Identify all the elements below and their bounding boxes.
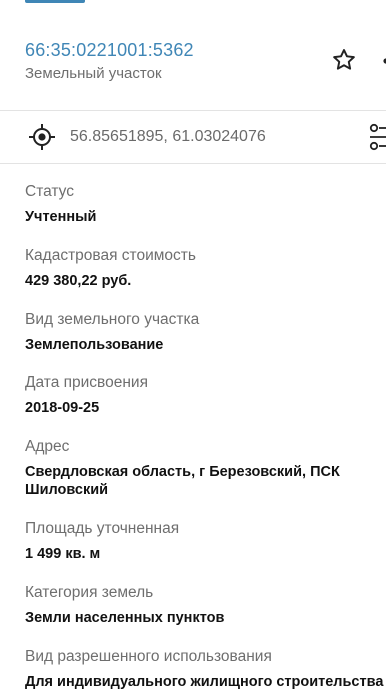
field-value: 429 380,22 руб. xyxy=(25,273,132,289)
route-icon xyxy=(369,123,386,151)
cadastral-number[interactable]: 66:35:0221001:5362 xyxy=(25,40,194,61)
field-label: Вид разрешенного использования xyxy=(25,648,272,665)
favorite-button[interactable] xyxy=(329,45,359,75)
star-icon xyxy=(333,49,355,70)
field-value: Землепользование xyxy=(25,337,164,353)
field-label: Категория земель xyxy=(25,584,154,601)
parcel-header: 66:35:0221001:5362 Земельный участок xyxy=(0,0,386,111)
field-label: Дата присвоения xyxy=(25,374,148,391)
field-label: Кадастровая стоимость xyxy=(25,247,196,264)
field-permitted-use: Вид разрешенного использования Для индив… xyxy=(25,647,386,691)
field-land-category: Категория земель Земли населенных пункто… xyxy=(25,583,386,627)
coordinates-text[interactable]: 56.85651895, 61.03024076 xyxy=(70,128,266,146)
field-status: Статус Учтенный xyxy=(25,182,386,226)
field-label: Вид земельного участка xyxy=(25,311,200,328)
route-button[interactable] xyxy=(366,121,386,153)
field-value: 1 499 кв. м xyxy=(25,546,101,562)
field-value: Свердловская область, г Березовский, ПСК… xyxy=(25,464,340,498)
share-button[interactable] xyxy=(370,48,386,74)
field-area: Площадь уточненная 1 499 кв. м xyxy=(25,519,386,563)
object-type-label: Земельный участок xyxy=(25,65,162,82)
field-label: Площадь уточненная xyxy=(25,520,180,537)
field-value: Земли населенных пунктов xyxy=(25,610,225,626)
field-value: 2018-09-25 xyxy=(25,400,100,416)
crosshair-target-icon xyxy=(29,124,55,150)
field-cadastral-value: Кадастровая стоимость 429 380,22 руб. xyxy=(25,246,386,290)
tab-indicator xyxy=(25,0,85,3)
field-parcel-kind: Вид земельного участка Землепользование xyxy=(25,310,386,354)
parcel-details-screen: 66:35:0221001:5362 Земельный участок 56.… xyxy=(0,0,386,700)
field-label: Адрес xyxy=(25,438,70,455)
field-address: Адрес Свердловская область, г Березовски… xyxy=(25,437,386,499)
share-icon xyxy=(383,58,386,64)
field-value: Для индивидуального жилищного строительс… xyxy=(25,674,384,690)
field-value: Учтенный xyxy=(25,209,97,225)
field-label: Статус xyxy=(25,183,74,200)
field-assignment-date: Дата присвоения 2018-09-25 xyxy=(25,373,386,417)
coordinates-row[interactable]: 56.85651895, 61.03024076 xyxy=(0,111,386,164)
